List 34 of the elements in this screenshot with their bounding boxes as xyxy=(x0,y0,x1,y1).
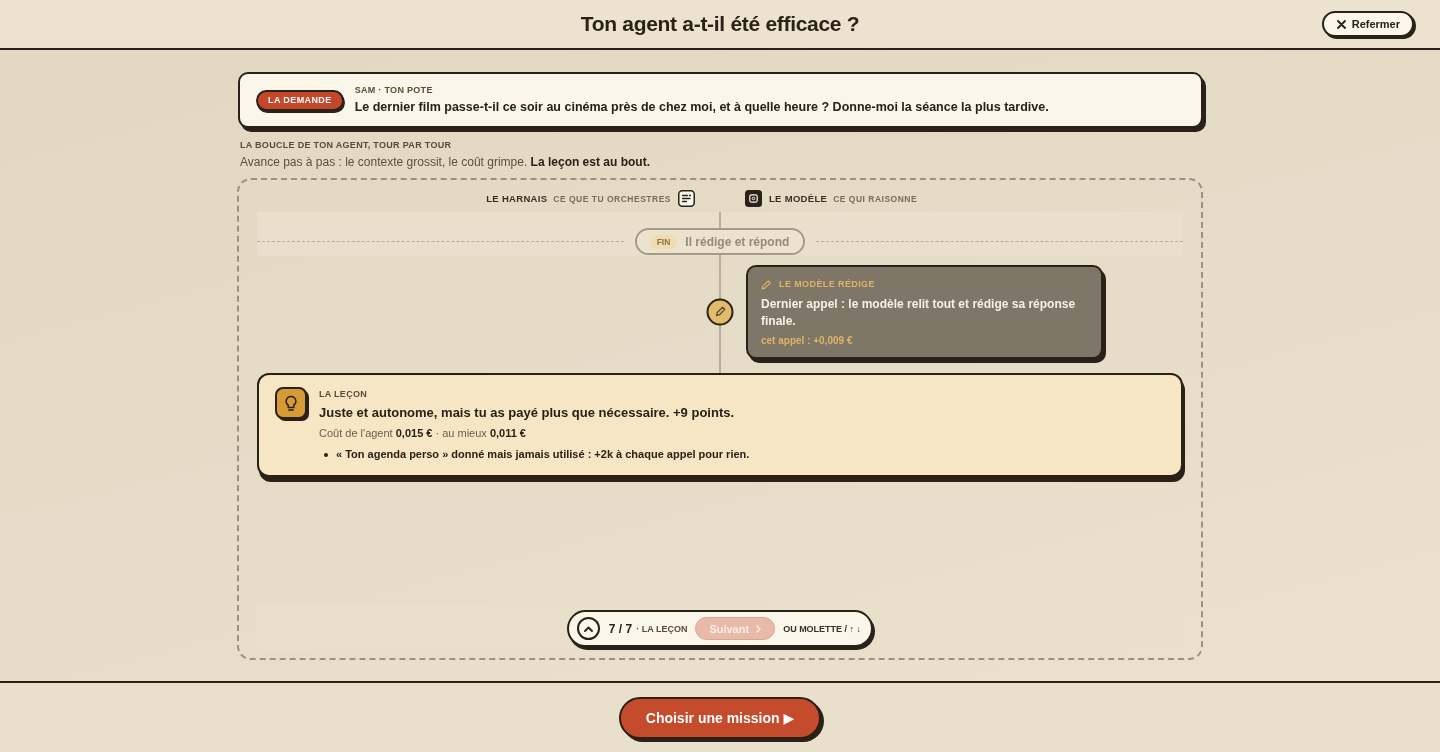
lane-subtitle: CE QUE TU ORCHESTRES xyxy=(553,193,671,204)
lesson-verdict: Juste et autonome, mais tu as payé plus que nécessaire. +9 points. xyxy=(319,405,735,421)
request-message: Le dernier film passe-t-il ce soir au cinéma près de chez moi, et à quelle heure ? Donne-moi la séance la plus tardive. xyxy=(354,100,1049,115)
sender-name: SAM · TON POTE xyxy=(354,85,434,96)
request-tag: LA DEMANDE xyxy=(256,89,344,111)
list-icon xyxy=(678,190,695,207)
lane-title: LE MODÈLE xyxy=(769,193,828,204)
lane-title: LE HARNAIS xyxy=(486,193,548,204)
step-counter: 7 / 7 xyxy=(608,621,633,636)
close-button[interactable]: Refermer xyxy=(1321,11,1414,37)
step-text: Dernier appel : le modèle relit tout et rédige sa réponse finale. xyxy=(761,296,1077,330)
step-label: · LA LEÇON xyxy=(636,623,688,634)
pencil-icon xyxy=(761,278,772,290)
scroll-hint: OU MOLETTE / ↑ ↓ xyxy=(783,623,862,634)
square-icon xyxy=(745,190,762,207)
bullet-icon xyxy=(324,452,328,457)
section-heading: LA BOUCLE DE TON AGENT, TOUR PAR TOUR xyxy=(239,140,453,151)
close-icon xyxy=(1336,19,1346,29)
section-intro: Avance pas à pas : le contexte grossit, le coût grimpe. La leçon est au bout. xyxy=(239,155,651,170)
chevron-up-icon xyxy=(583,625,593,632)
pencil-icon xyxy=(706,298,734,326)
page-title: Ton agent a-t-il été efficace ? xyxy=(580,12,860,36)
lesson-heading: LA LEÇON xyxy=(319,389,368,400)
phase-label: Il rédige et répond xyxy=(685,234,790,249)
lesson-note: « Ton agenda perso » donné mais jamais utilisé : +2k à chaque appel pour rien. xyxy=(336,448,750,461)
step-title: LE MODÈLE RÉDIGE xyxy=(779,278,875,290)
chevron-right-icon xyxy=(756,624,762,633)
previous-button[interactable] xyxy=(576,617,600,640)
mission-button[interactable]: Choisir une mission ▶ xyxy=(618,696,822,739)
lightbulb-icon xyxy=(275,387,309,421)
lesson-cost: Coût de l'agent 0,015 € · au mieux 0,011 € xyxy=(319,427,526,440)
phase-tag: FIN xyxy=(649,234,678,249)
lane-subtitle: CE QUI RAISONNE xyxy=(833,193,918,204)
step-cost: cet appel : +0,009 € xyxy=(761,335,854,347)
